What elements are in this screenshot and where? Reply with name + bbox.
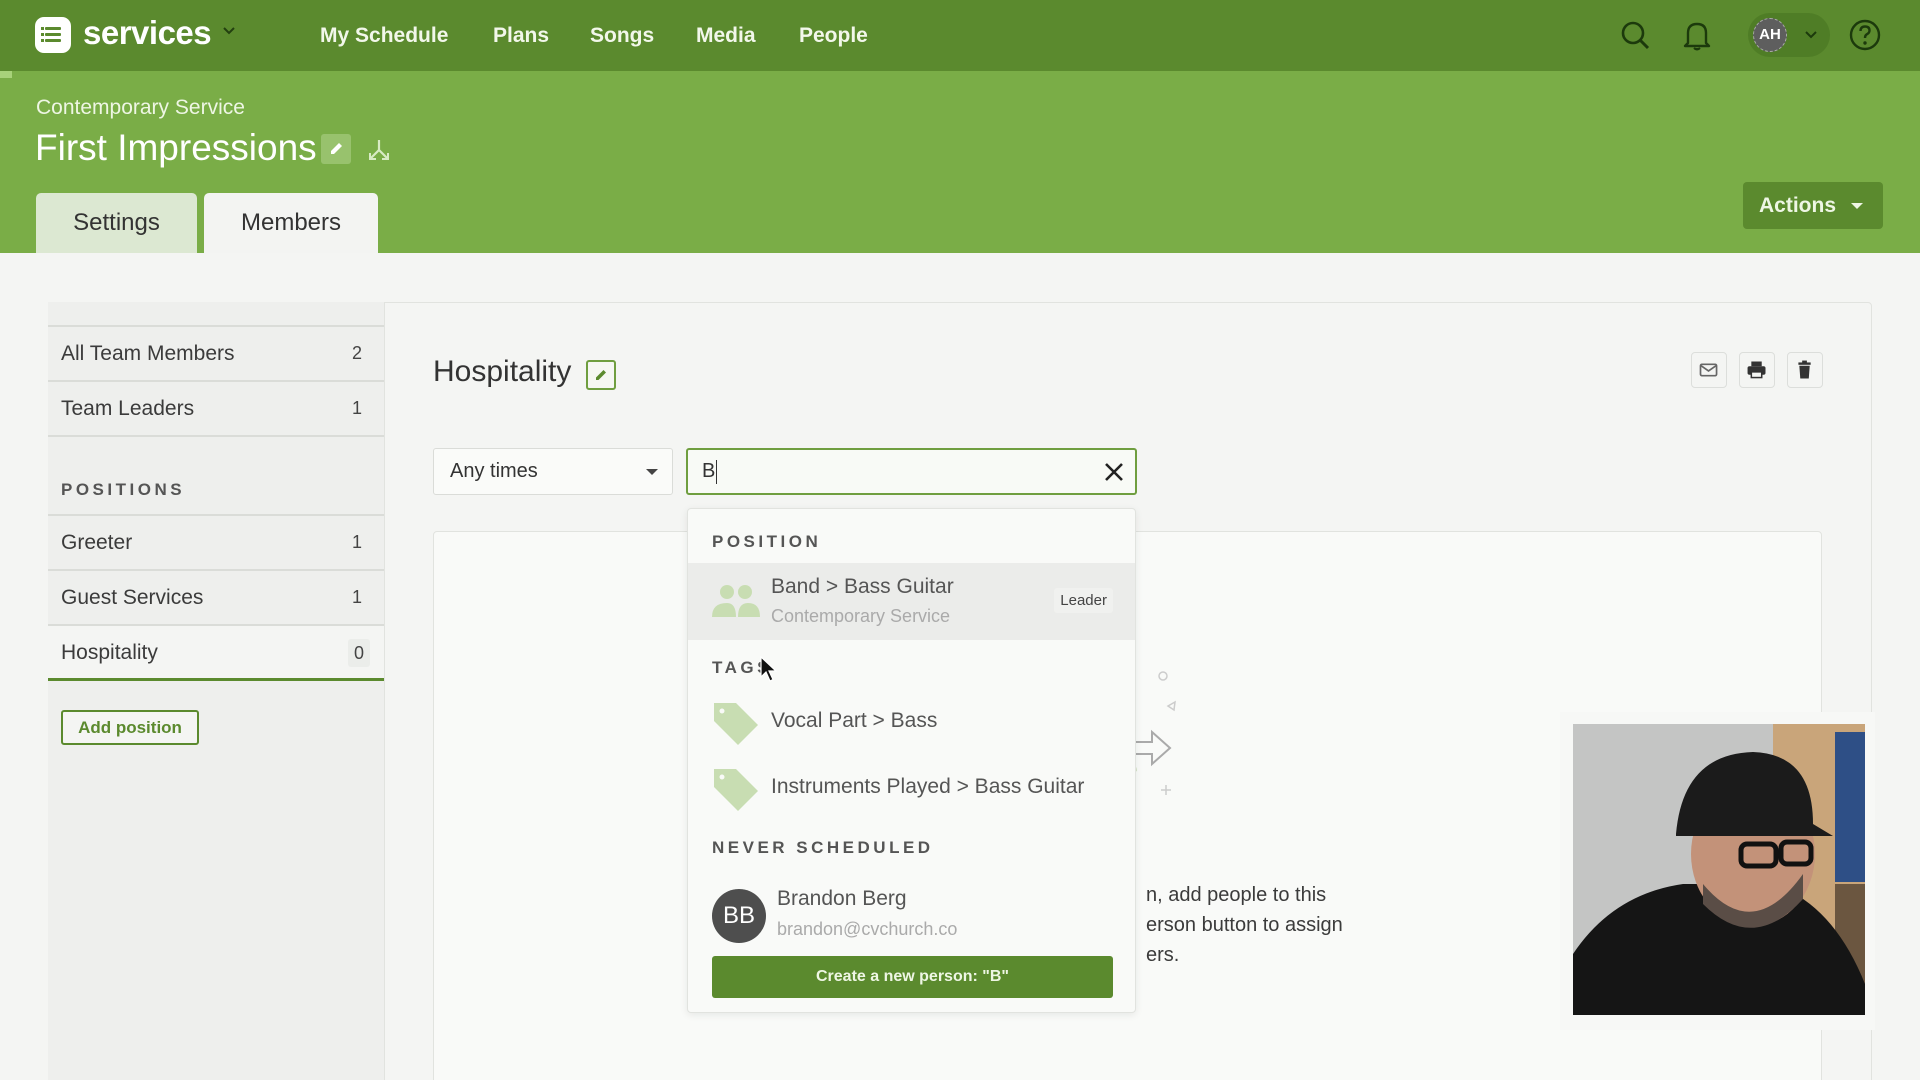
text-cursor [716,459,718,484]
webcam-video [1573,724,1865,1015]
tag-result-label: Instruments Played > Bass Guitar [771,775,1085,798]
print-button[interactable] [1739,352,1775,388]
fork-icon[interactable] [366,137,392,163]
sidebar-item-label: Greeter [61,531,133,554]
tab-members[interactable]: Members [204,193,378,253]
tag-result-label: Vocal Part > Bass [771,709,938,732]
tab-settings[interactable]: Settings [36,193,197,253]
edit-position-button[interactable] [586,360,616,390]
position-result-subtitle: Contemporary Service [771,606,951,626]
sidebar-item-team-leaders[interactable]: Team Leaders 1 [48,382,384,437]
person-name: Brandon Berg [777,887,907,910]
delete-button[interactable] [1787,352,1823,388]
sidebar-item-count: 1 [351,587,362,607]
sidebar: All Team Members 2 Team Leaders 1 POSITI… [48,302,385,1080]
actions-button[interactable]: Actions [1743,182,1883,229]
chevron-down-icon [1805,31,1817,39]
sidebar-item-label: Hospitality [61,641,158,664]
bell-icon[interactable] [1680,18,1714,52]
sidebar-item-guest-services[interactable]: Guest Services 1 [48,571,384,626]
tag-icon [714,769,758,811]
sidebar-item-label: Guest Services [61,586,204,609]
presenter-video-icon [1573,724,1865,1015]
person-email: brandon@cvchurch.co [777,919,958,939]
empty-state-line: n, add people to this [1146,884,1327,906]
search-value: B [702,460,716,482]
caret-down-icon [1851,203,1863,209]
sidebar-item-greeter[interactable]: Greeter 1 [48,516,384,571]
times-filter-select[interactable]: Any times [433,448,673,495]
position-result-title: Band > Bass Guitar [771,575,954,598]
add-person-search-input[interactable]: B [686,448,1137,495]
position-section-heading: POSITION [712,532,822,551]
tag-result[interactable]: Vocal Part > Bass [688,697,1135,747]
sidebar-top [48,302,384,327]
app-brand[interactable]: services [83,14,212,52]
people-icon [712,585,760,617]
printer-icon [1747,361,1766,379]
page-title: First Impressions [35,127,317,168]
actions-label: Actions [1759,194,1837,217]
search-icon[interactable] [1618,18,1652,52]
services-logo-icon[interactable] [35,17,71,53]
sidebar-item-all-team-members[interactable]: All Team Members 2 [48,327,384,382]
add-position-button[interactable]: Add position [61,710,199,745]
positions-heading: POSITIONS [48,437,384,516]
email-button[interactable] [1691,352,1727,388]
nav-songs[interactable]: Songs [590,24,654,48]
edit-team-button[interactable] [321,134,351,164]
pencil-icon [596,370,606,380]
position-result[interactable]: Band > Bass Guitar Contemporary Service … [688,563,1135,640]
person-result[interactable]: BB Brandon Berg brandon@cvchurch.co [688,879,1135,943]
breadcrumb[interactable]: Contemporary Service [36,96,245,120]
pencil-icon [331,143,342,154]
nav-people[interactable]: People [799,24,868,48]
nav-plans[interactable]: Plans [493,24,549,48]
sidebar-item-count: 0 [347,639,370,667]
avatar: AH [1753,18,1787,52]
leader-badge: Leader [1054,588,1113,613]
caret-down-icon [646,469,658,475]
trash-icon [1798,360,1811,379]
sidebar-item-count: 1 [351,398,362,418]
empty-state-message: n, add people to this erson button to as… [1146,880,1406,970]
help-icon[interactable] [1848,18,1882,52]
never-scheduled-heading: NEVER SCHEDULED [712,838,934,857]
create-new-person-button[interactable]: Create a new person: "B" [712,956,1113,998]
sidebar-item-label: Team Leaders [61,397,195,420]
chevron-down-icon[interactable] [222,24,236,38]
person-avatar: BB [712,889,766,943]
nav-my-schedule[interactable]: My Schedule [320,24,448,48]
nav-media[interactable]: Media [696,24,756,48]
empty-state-line: erson button to assign [1146,914,1343,936]
sidebar-item-count: 1 [351,532,362,552]
sidebar-item-hospitality[interactable]: Hospitality 0 [48,626,384,681]
top-nav: services My Schedule Plans Songs Media P… [0,0,1920,71]
header-accent [0,71,12,78]
sidebar-item-label: All Team Members [61,342,235,365]
empty-state-line: ers. [1146,944,1180,966]
position-title: Hospitality [433,355,572,388]
tag-result[interactable]: Instruments Played > Bass Guitar [688,763,1135,813]
mouse-cursor-icon [760,656,778,682]
envelope-icon [1699,363,1718,377]
tag-icon [714,703,758,745]
page-header: Contemporary Service First Impressions S… [0,71,1920,253]
times-filter-value: Any times [450,460,538,482]
search-results-dropdown: POSITION Band > Bass Guitar Contemporary… [687,508,1136,1013]
user-menu[interactable]: AH [1748,13,1830,57]
sidebar-item-count: 2 [351,343,362,363]
close-icon[interactable] [1103,461,1125,483]
